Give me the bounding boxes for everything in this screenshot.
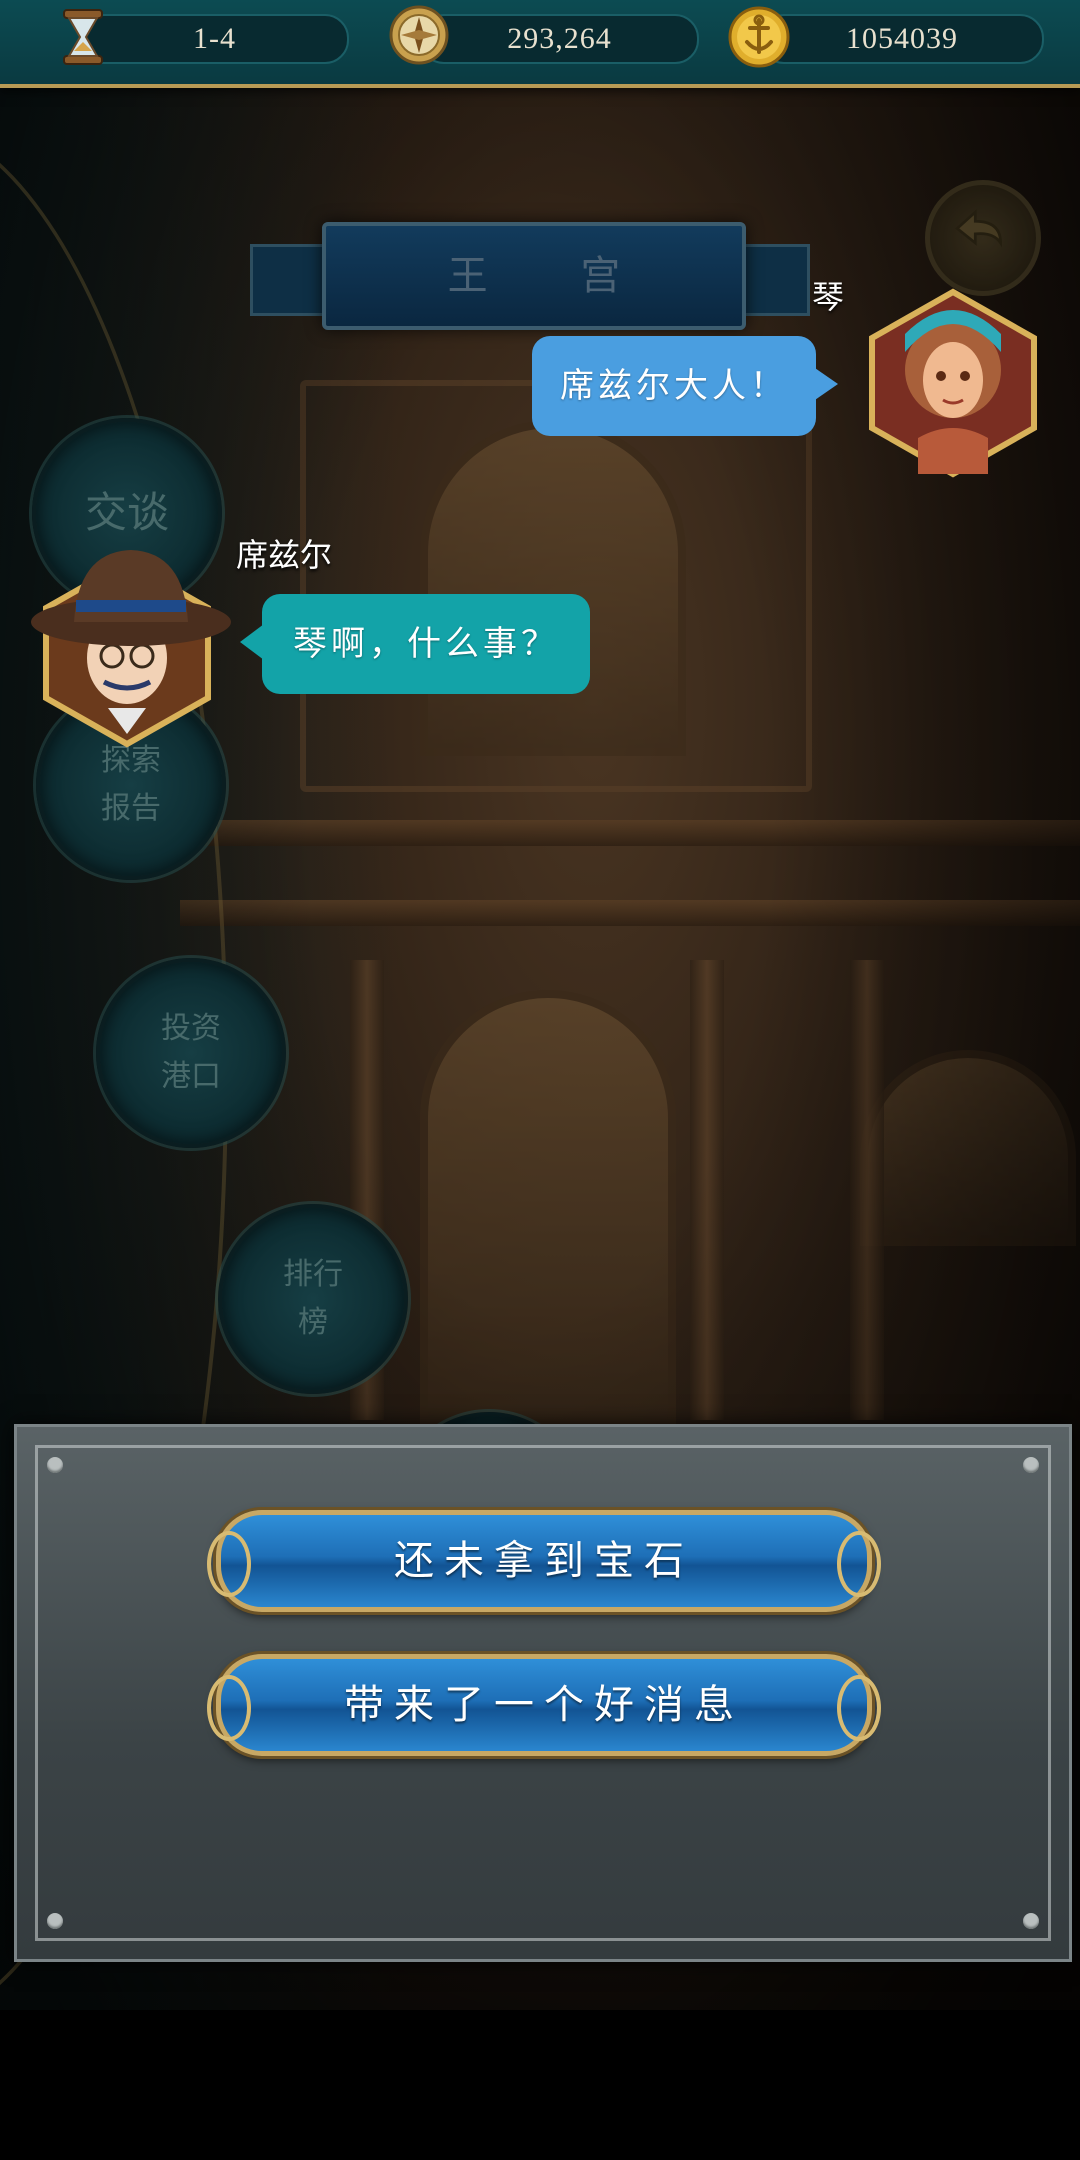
choice-button-good-news[interactable]: 带来了一个好消息 — [207, 1654, 881, 1756]
top-resource-bar: 1-4 293,264 1054039 — [0, 0, 1080, 88]
bubble-tail — [240, 624, 264, 660]
choice-button-no-gem[interactable]: 还未拿到宝石 — [207, 1510, 881, 1612]
rivet — [1023, 1457, 1039, 1473]
compass-value: 293,264 — [507, 22, 612, 55]
gold-value: 1054039 — [846, 22, 958, 55]
dialog-bubble-qin: 席兹尔大人！ — [532, 336, 816, 436]
rivet — [47, 1913, 63, 1929]
compass-icon — [389, 5, 449, 65]
speaker-name-qin: 琴 — [812, 278, 845, 316]
back-button[interactable] — [925, 180, 1041, 296]
location-banner: 王 宫 — [250, 222, 810, 334]
back-arrow-icon — [955, 209, 1003, 248]
choice-label: 带来了一个好消息 — [344, 1682, 744, 1728]
time-value: 1-4 — [193, 22, 236, 55]
rivet — [1023, 1913, 1039, 1929]
gold-counter: 1054039 — [760, 14, 1044, 64]
hourglass-icon — [63, 9, 103, 65]
dialog-bubble-xizier: 琴啊，什么事？ — [262, 594, 590, 694]
qin-portrait — [869, 288, 1037, 478]
banner-body: 王 宫 — [322, 222, 746, 330]
choice-label: 还未拿到宝石 — [394, 1538, 694, 1584]
speaker-name-xizier: 席兹尔 — [236, 536, 333, 574]
button-cap-right — [837, 1531, 881, 1597]
button-cap-left — [207, 1531, 251, 1597]
invest-port-button[interactable]: 投资 港口 — [96, 958, 286, 1148]
button-cap-left — [207, 1675, 251, 1741]
xizier-hat — [31, 550, 231, 646]
bottom-letterbox — [0, 2010, 1080, 2160]
location-title: 王 宫 — [447, 253, 661, 299]
time-counter: 1-4 — [80, 14, 349, 64]
bubble-tail — [812, 366, 838, 402]
rivet — [47, 1457, 63, 1473]
gold-anchor-coin-icon — [728, 6, 790, 68]
leaderboard-button[interactable]: 排行 榜 — [218, 1204, 408, 1394]
button-cap-right — [837, 1675, 881, 1741]
compass-counter: 293,264 — [420, 14, 699, 64]
